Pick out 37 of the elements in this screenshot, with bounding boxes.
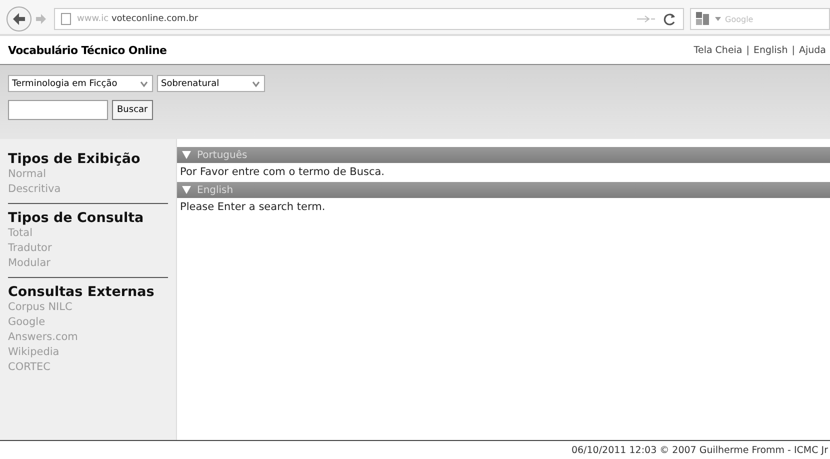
header-link[interactable]: Tela Cheia bbox=[694, 44, 742, 56]
site-title: Vocabulário Técnico Online bbox=[8, 44, 167, 56]
address-bar[interactable]: www.ic voteconline.com.br bbox=[54, 8, 684, 30]
message-text: Por Favor entre com o termo de Busca. bbox=[179, 165, 386, 180]
dropdown-arrow-icon[interactable] bbox=[715, 17, 721, 21]
page-icon bbox=[61, 13, 71, 25]
search-button[interactable]: Buscar bbox=[112, 100, 153, 120]
sidebar-link[interactable]: Descritiva bbox=[8, 182, 168, 197]
header-link[interactable]: English bbox=[753, 44, 788, 56]
section-heading: Tipos de Exibição bbox=[8, 151, 142, 167]
sidebar-link[interactable]: Modular bbox=[8, 256, 168, 271]
separator: | bbox=[746, 44, 750, 56]
sidebar-link[interactable]: Answers.com bbox=[8, 330, 168, 345]
sidebar-link[interactable]: Corpus NILC bbox=[8, 300, 168, 315]
search-input[interactable] bbox=[8, 100, 108, 120]
sidebar-link[interactable]: Normal bbox=[8, 167, 168, 182]
section-heading: Tipos de Consulta bbox=[8, 210, 145, 226]
footer-text: 06/10/2011 12:03 © 2007 Guilherme Fromm - ICMC Jr bbox=[571, 444, 828, 456]
url-text: www.ic voteconline.com.br bbox=[77, 14, 198, 24]
sidebar-link[interactable]: Tradutor bbox=[8, 241, 168, 256]
header-link[interactable]: Ajuda bbox=[798, 44, 826, 56]
sidebar-link[interactable]: Google bbox=[8, 315, 168, 330]
sidebar-link[interactable]: Wikipedia bbox=[8, 345, 168, 360]
message-text: Please Enter a search term. bbox=[179, 200, 326, 215]
sidebar-link[interactable]: CORTEC bbox=[8, 360, 168, 375]
dropdown[interactable]: Sobrenatural bbox=[157, 75, 265, 92]
dropdown[interactable]: Terminologia em Ficção bbox=[8, 75, 153, 92]
section-header[interactable]: English bbox=[177, 182, 830, 198]
back-icon[interactable] bbox=[6, 6, 32, 32]
separator: | bbox=[792, 44, 795, 56]
reload-icon[interactable] bbox=[663, 12, 677, 26]
sidebar-link[interactable]: Total bbox=[8, 226, 168, 241]
search-field[interactable]: Google bbox=[690, 8, 830, 30]
google-logo-icon bbox=[695, 11, 711, 27]
section-heading: Consultas Externas bbox=[8, 284, 156, 300]
section-header[interactable]: Português bbox=[177, 147, 830, 163]
forward-icon[interactable] bbox=[34, 12, 48, 26]
